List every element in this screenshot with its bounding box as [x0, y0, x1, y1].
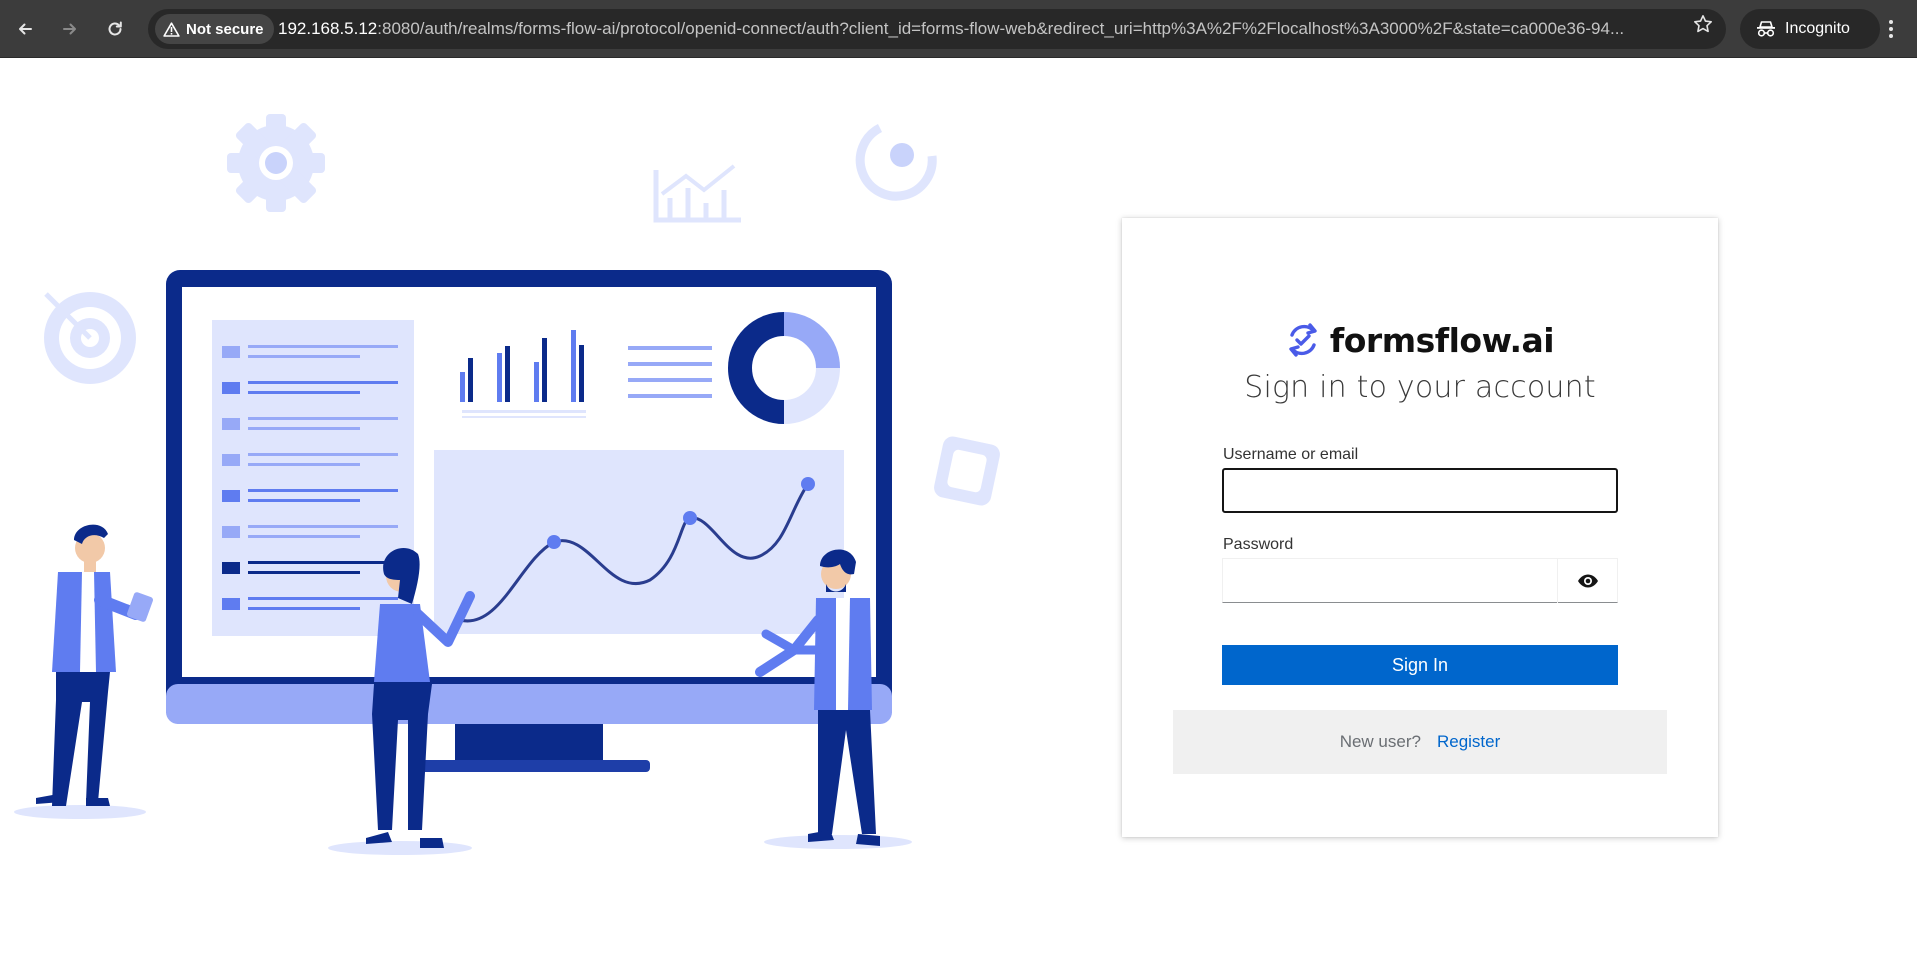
address-bar[interactable]: Not secure 192.168.5.12:8080/auth/realms…	[148, 9, 1726, 49]
password-field	[1222, 558, 1618, 603]
back-button[interactable]	[10, 14, 40, 44]
browser-toolbar: Not secure 192.168.5.12:8080/auth/realms…	[0, 0, 1917, 58]
password-input[interactable]	[1223, 559, 1557, 603]
url-text[interactable]: 192.168.5.12:8080/auth/realms/forms-flow…	[278, 9, 1818, 49]
url-host: 192.168.5.12	[278, 19, 378, 38]
back-arrow-icon	[19, 23, 32, 35]
kebab-menu-icon	[1889, 20, 1893, 38]
star-icon	[1694, 15, 1712, 33]
screen-list-panel	[212, 320, 414, 636]
target-icon	[44, 292, 136, 384]
brand-name: formsflow.ai	[1329, 320, 1555, 360]
new-user-text: New user?	[1339, 732, 1421, 751]
forward-arrow-icon	[63, 23, 76, 35]
register-link[interactable]: Register	[1437, 732, 1500, 752]
brand-header: formsflow.ai	[1122, 318, 1718, 362]
username-input[interactable]	[1222, 468, 1618, 513]
username-label: Username or email	[1223, 446, 1359, 463]
security-indicator[interactable]: Not secure	[155, 14, 274, 44]
security-label: Not secure	[186, 20, 264, 38]
login-card: formsflow.ai Sign in to your account Use…	[1122, 218, 1718, 837]
sign-in-button[interactable]: Sign In	[1222, 645, 1618, 685]
gear-icon	[227, 114, 325, 212]
reload-icon	[108, 21, 122, 36]
forward-button[interactable]	[55, 14, 85, 44]
browser-menu-button[interactable]	[1876, 14, 1906, 44]
warning-triangle-icon	[163, 21, 180, 37]
incognito-icon	[1757, 21, 1775, 37]
register-panel: New user? Register	[1173, 710, 1667, 774]
formsflow-logo-icon	[1289, 323, 1317, 357]
url-path: :8080/auth/realms/forms-flow-ai/protocol…	[377, 19, 1625, 38]
refresh-target-icon	[855, 123, 937, 201]
password-label: Password	[1223, 536, 1294, 553]
incognito-indicator[interactable]: Incognito	[1740, 9, 1880, 49]
reload-button[interactable]	[100, 14, 130, 44]
bookmark-button[interactable]	[1688, 9, 1718, 39]
show-password-button[interactable]	[1557, 559, 1618, 603]
incognito-label: Incognito	[1785, 20, 1850, 37]
page-title: Sign in to your account	[1244, 370, 1596, 405]
bar-chart-icon	[653, 164, 741, 223]
document-card-icon	[934, 436, 1000, 506]
person-with-tablet	[14, 524, 153, 819]
eye-icon	[1578, 574, 1598, 588]
dashboard-illustration	[14, 114, 1000, 855]
